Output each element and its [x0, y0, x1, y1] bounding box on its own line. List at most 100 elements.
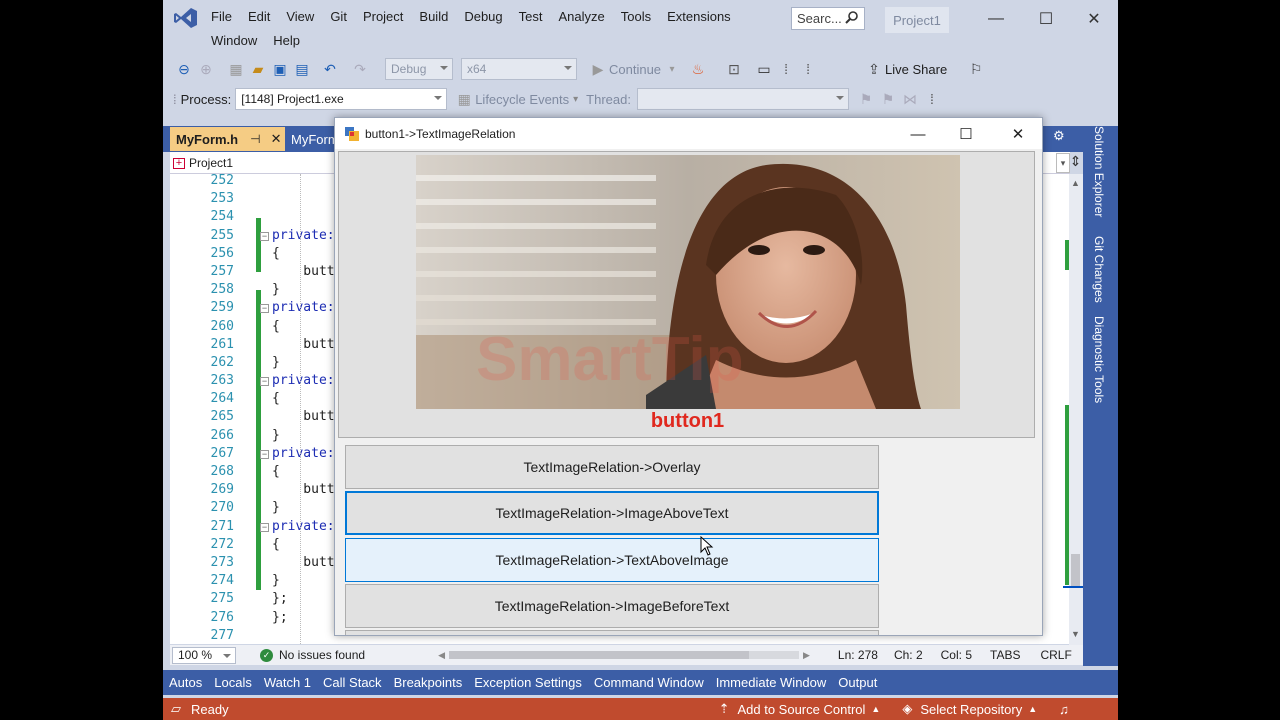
menu-item-view[interactable]: View [278, 9, 322, 24]
form-close-icon[interactable]: ✕ [995, 121, 1041, 147]
repository-caret-icon[interactable]: ▲ [1028, 704, 1037, 714]
menu-item-analyze[interactable]: Analyze [550, 9, 612, 24]
minimize-icon[interactable]: — [981, 8, 1011, 30]
save-all-icon[interactable]: ▤ [291, 58, 313, 80]
tab-breakpoints[interactable]: Breakpoints [388, 675, 469, 690]
menu-item-test[interactable]: Test [511, 9, 551, 24]
undo-icon[interactable]: ↶ [319, 58, 341, 80]
layout-icon[interactable]: ▭ [753, 58, 775, 80]
tab-watch-1[interactable]: Watch 1 [258, 675, 317, 690]
search-input[interactable]: Searc... [791, 7, 865, 30]
tab-call-stack[interactable]: Call Stack [317, 675, 388, 690]
button1[interactable]: SmartTip button1 [338, 151, 1035, 438]
menu-item-file[interactable]: File [203, 9, 240, 24]
split-window-icon[interactable]: ⇕ [1068, 153, 1083, 173]
menu-item-edit[interactable]: Edit [240, 9, 278, 24]
platform-select[interactable]: x64 [461, 58, 577, 80]
menu-item-project[interactable]: Project [355, 9, 411, 24]
project-nav-select[interactable]: + Project1 [173, 154, 333, 172]
play-icon[interactable]: ▶ [587, 58, 609, 80]
column-indicator[interactable]: Col: 5 [941, 648, 972, 662]
notifications-icon[interactable]: ♫ [1059, 702, 1069, 717]
collapse-icon[interactable]: − [260, 377, 269, 387]
thread-select[interactable] [636, 88, 849, 110]
horizontal-scrollbar[interactable] [448, 651, 799, 659]
add-to-source-control-button[interactable]: Add to Source Control [737, 702, 865, 717]
partial-button[interactable] [345, 630, 879, 635]
issues-status[interactable]: No issues found [279, 648, 365, 662]
solution-explorer-tab[interactable]: Solution Explorer [1092, 126, 1106, 217]
pin-icon[interactable]: ⊣ [250, 132, 260, 146]
vertical-scrollbar[interactable]: ▲ ▼ [1069, 174, 1083, 645]
open-folder-icon[interactable]: ▰ [247, 58, 269, 80]
indent-mode[interactable]: TABS [990, 648, 1020, 662]
collapse-icon[interactable]: − [260, 450, 269, 459]
scroll-up-icon[interactable]: ▲ [1071, 178, 1080, 188]
collapse-icon[interactable]: − [260, 231, 269, 241]
menu-item-help[interactable]: Help [265, 33, 308, 48]
menu-item-window[interactable]: Window [203, 33, 265, 48]
diagnostic-tools-tab[interactable]: Diagnostic Tools [1092, 316, 1106, 403]
toolbar-overflow-icon[interactable]: ⁞ [775, 58, 797, 80]
overlay-button[interactable]: TextImageRelation->Overlay [345, 445, 879, 489]
live-share-icon[interactable]: ⇪ [863, 58, 885, 80]
continue-dropdown-icon[interactable]: ▾ [661, 58, 683, 80]
toolbar-overflow-icon-2[interactable]: ⁞ [797, 58, 819, 80]
search-placeholder: Searc... [797, 11, 842, 26]
lifecycle-events-button[interactable]: Lifecycle Events [475, 92, 569, 107]
find-in-files-icon[interactable]: ⊡ [723, 58, 745, 80]
configuration-select[interactable]: Debug [385, 58, 453, 80]
tab-close-icon[interactable]: ✕ [271, 131, 282, 147]
lifecycle-dropdown-icon[interactable]: ▾ [573, 94, 578, 105]
stack-frame-icon[interactable]: ⋈ [899, 88, 921, 110]
live-share-button[interactable]: Live Share [885, 62, 947, 77]
flag-icon[interactable]: ⚑ [855, 88, 877, 110]
form-minimize-icon[interactable]: — [895, 121, 941, 147]
menu-item-git[interactable]: Git [322, 9, 355, 24]
back-icon[interactable]: ⊖ [173, 58, 195, 80]
forward-icon[interactable]: ⊕ [195, 58, 217, 80]
line-indicator[interactable]: Ln: 278 [838, 648, 878, 662]
tab-exception-settings[interactable]: Exception Settings [468, 675, 588, 690]
zoom-select[interactable]: 100 % [172, 646, 236, 664]
feedback-icon[interactable]: ⚐ [965, 58, 987, 80]
scroll-thumb[interactable] [1071, 554, 1080, 586]
git-changes-tab[interactable]: Git Changes [1092, 236, 1106, 303]
form-maximize-icon[interactable]: ☐ [943, 121, 989, 147]
collapse-icon[interactable]: − [260, 522, 269, 532]
close-icon[interactable]: ✕ [1079, 8, 1109, 30]
scroll-right-icon[interactable]: ▶ [803, 650, 810, 661]
line-ending[interactable]: CRLF [1040, 648, 1071, 662]
source-control-caret-icon[interactable]: ▲ [871, 704, 880, 714]
horizontal-scroll-thumb[interactable] [448, 651, 749, 659]
tab-command-window[interactable]: Command Window [588, 675, 710, 690]
image-above-text-button[interactable]: TextImageRelation->ImageAboveText [345, 491, 879, 535]
tab-myform[interactable]: MyForm [285, 127, 337, 151]
toolbar-overflow-icon-3[interactable]: ⁞ [921, 88, 943, 110]
redo-icon[interactable]: ↷ [349, 58, 371, 80]
select-repository-button[interactable]: Select Repository [920, 702, 1022, 717]
image-before-text-button[interactable]: TextImageRelation->ImageBeforeText [345, 584, 879, 628]
save-icon[interactable]: ▣ [269, 58, 291, 80]
tab-immediate-window[interactable]: Immediate Window [710, 675, 833, 690]
new-item-icon[interactable]: ▦ [225, 58, 247, 80]
char-indicator[interactable]: Ch: 2 [894, 648, 923, 662]
menu-item-build[interactable]: Build [411, 9, 456, 24]
maximize-icon[interactable]: ☐ [1031, 8, 1061, 30]
tab-autos[interactable]: Autos [163, 675, 208, 690]
flag-threads-icon[interactable]: ⚑ [877, 88, 899, 110]
process-select[interactable]: [1148] Project1.exe [235, 88, 448, 110]
collapse-icon[interactable]: − [260, 304, 269, 314]
menu-item-tools[interactable]: Tools [613, 9, 659, 24]
tab-locals[interactable]: Locals [208, 675, 258, 690]
scroll-left-icon[interactable]: ◀ [438, 650, 445, 661]
tab-output[interactable]: Output [832, 675, 883, 690]
menu-item-debug[interactable]: Debug [456, 9, 510, 24]
text-above-image-button[interactable]: TextImageRelation->TextAboveImage [345, 538, 879, 582]
tab-settings-icon[interactable]: ⚙ [1053, 128, 1065, 144]
tab-myform-h[interactable]: MyForm.h ⊣ ✕ [170, 127, 285, 151]
hot-reload-icon[interactable]: ♨ [687, 58, 709, 80]
continue-button[interactable]: Continue [609, 62, 661, 77]
scroll-down-icon[interactable]: ▼ [1071, 629, 1080, 639]
menu-item-extensions[interactable]: Extensions [659, 9, 739, 24]
